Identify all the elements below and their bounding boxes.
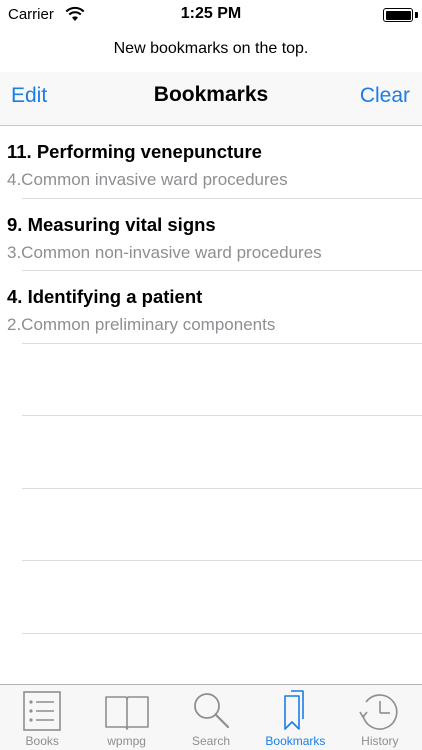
empty-row <box>0 489 422 561</box>
tab-books[interactable]: Books <box>0 685 84 750</box>
tab-wpmpg[interactable]: wpmpg <box>84 685 168 750</box>
empty-row <box>0 416 422 489</box>
bookmark-title: 11. Performing venepuncture <box>7 141 262 162</box>
row-divider <box>22 632 422 634</box>
bookmark-chapter: 4.Common invasive ward procedures <box>7 170 288 189</box>
battery-icon <box>383 8 413 22</box>
navigation-bar: Edit Bookmarks Clear <box>0 72 422 126</box>
list-item[interactable]: 9. Measuring vital signs 3.Common non-in… <box>0 199 422 271</box>
bookmark-chapter: 3.Common non-invasive ward procedures <box>7 242 322 262</box>
search-icon <box>194 693 230 729</box>
page-title: Bookmarks <box>153 83 269 106</box>
bookmark-chapter: 2.Common preliminary components <box>7 315 276 334</box>
list-item[interactable]: 11. Performing venepuncture 4.Common inv… <box>0 126 422 199</box>
book-icon <box>104 696 149 730</box>
tab-bar: Books wpmpg Search Bookmarks History <box>0 684 422 750</box>
tab-label: wpmpg <box>107 734 146 748</box>
list-item[interactable]: 4. Identifying a patient 2.Common prelim… <box>0 271 422 344</box>
tab-search[interactable]: Search <box>169 685 253 750</box>
bookmarks-icon <box>284 690 305 730</box>
status-bar: Carrier 1:25 PM <box>0 0 422 32</box>
history-icon <box>359 694 398 730</box>
tab-history[interactable]: History <box>338 685 422 750</box>
tab-label: Books <box>25 734 59 748</box>
empty-row <box>0 344 422 416</box>
tab-label: Bookmarks <box>265 734 326 748</box>
status-time: 1:25 PM <box>180 5 242 22</box>
bookmark-hint: New bookmarks on the top. <box>113 40 309 57</box>
list-icon <box>23 691 62 731</box>
bookmark-list: 11. Performing venepuncture 4.Common inv… <box>0 126 422 634</box>
battery-tip <box>415 12 418 18</box>
empty-row <box>0 561 422 634</box>
tab-label: History <box>361 734 399 748</box>
edit-button[interactable]: Edit <box>11 84 47 108</box>
clear-button[interactable]: Clear <box>360 84 410 108</box>
tab-label: Search <box>192 734 231 748</box>
bookmark-title: 9. Measuring vital signs <box>7 213 216 235</box>
bookmark-title: 4. Identifying a patient <box>7 286 203 307</box>
tab-bookmarks[interactable]: Bookmarks <box>253 685 337 750</box>
